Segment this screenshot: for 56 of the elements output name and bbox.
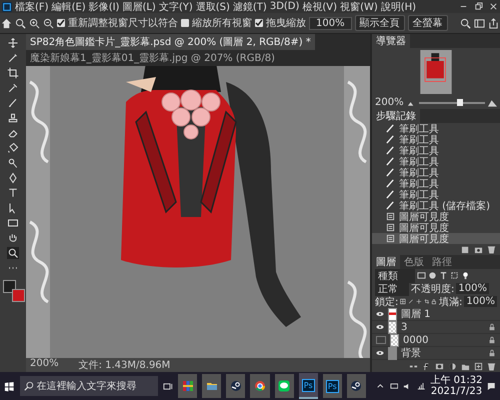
- menu-item[interactable]: 視窗(W): [340, 0, 378, 14]
- history-item[interactable]: 筆刷工具: [372, 156, 500, 167]
- menu-item[interactable]: 3D(D): [270, 1, 300, 12]
- panel-tab[interactable]: 導覽器: [372, 34, 410, 48]
- clock-date[interactable]: 2021/7/23: [430, 386, 482, 397]
- menu-item[interactable]: 文字(Y): [158, 0, 193, 14]
- history-item[interactable]: 圖層可見度: [372, 222, 500, 233]
- checkbox-label: 拖曳縮放: [266, 16, 306, 30]
- blend-mode-dropdown[interactable]: 正常: [375, 282, 409, 296]
- layer-name: 背景: [401, 346, 421, 360]
- lock-label: 鎖定:: [375, 296, 398, 308]
- history-item[interactable]: 筆刷工具: [372, 123, 500, 134]
- clock-time[interactable]: 上午 01:32: [430, 375, 482, 386]
- menu-item[interactable]: 選取(S): [196, 0, 230, 14]
- option-button[interactable]: 全螢幕: [408, 15, 448, 31]
- menu-item[interactable]: 說明(H): [380, 0, 416, 14]
- zoom-level: 200%: [30, 358, 59, 371]
- filter-dropdown[interactable]: 種類: [375, 268, 415, 282]
- history-item[interactable]: 筆刷工具: [372, 167, 500, 178]
- fill-field[interactable]: 100%: [464, 296, 498, 307]
- menu-item[interactable]: 檢視(V): [302, 0, 338, 14]
- layer-row[interactable]: 圖層 1: [372, 308, 500, 321]
- panel-tab[interactable]: 圖層: [372, 255, 400, 269]
- history-item[interactable]: 筆刷工具 (儲存檔案): [372, 200, 500, 211]
- menu-item[interactable]: 檔案(F): [15, 0, 49, 14]
- layer-row[interactable]: 3: [372, 321, 500, 334]
- menu-item[interactable]: 編輯(E): [52, 0, 86, 14]
- fill-label: 填滿:: [439, 296, 462, 308]
- menu-item[interactable]: 影像(I): [88, 0, 120, 14]
- layer-name: 3: [401, 322, 408, 332]
- history-item[interactable]: 筆刷工具: [372, 178, 500, 189]
- checkbox-label: 縮放所有視窗: [192, 16, 252, 30]
- history-item[interactable]: 圖層可見度: [372, 211, 500, 222]
- panel-tab[interactable]: 路徑: [428, 255, 456, 269]
- history-item[interactable]: 筆刷工具: [372, 134, 500, 145]
- layer-name: 圖層 1: [401, 308, 431, 321]
- layer-row[interactable]: 背景: [372, 347, 500, 360]
- document-size: 文件: 1.43M/8.96M: [78, 358, 170, 372]
- checkbox-label: 重新調整視窗尺寸以符合: [68, 16, 178, 30]
- zoom-field[interactable]: 100%: [309, 16, 352, 30]
- panel-tab[interactable]: 色版: [400, 255, 428, 269]
- menu-item[interactable]: 濾鏡(T): [232, 0, 267, 14]
- taskbar-app[interactable]: Ps: [322, 374, 342, 398]
- document-tab[interactable]: SP82角色圖鑑卡片_靈影幕.psd @ 200% (圖層 2, RGB/8#) *: [26, 34, 315, 50]
- opacity-label: 不透明度:: [411, 282, 454, 296]
- history-item[interactable]: 圖層可見度: [372, 233, 500, 244]
- layer-name: 0000: [403, 334, 428, 346]
- taskbar-app[interactable]: Ps: [298, 373, 318, 399]
- panel-tab[interactable]: 步驟記錄: [372, 109, 420, 123]
- option-button[interactable]: 顯示全頁: [354, 15, 405, 31]
- history-item[interactable]: 筆刷工具: [372, 145, 500, 156]
- layer-row[interactable]: 0000: [372, 334, 500, 347]
- opacity-field[interactable]: 100%: [456, 283, 489, 294]
- history-item[interactable]: 筆刷工具: [372, 189, 500, 200]
- menu-item[interactable]: 圖層(L): [122, 0, 156, 14]
- zoom-level: 200%: [375, 97, 404, 108]
